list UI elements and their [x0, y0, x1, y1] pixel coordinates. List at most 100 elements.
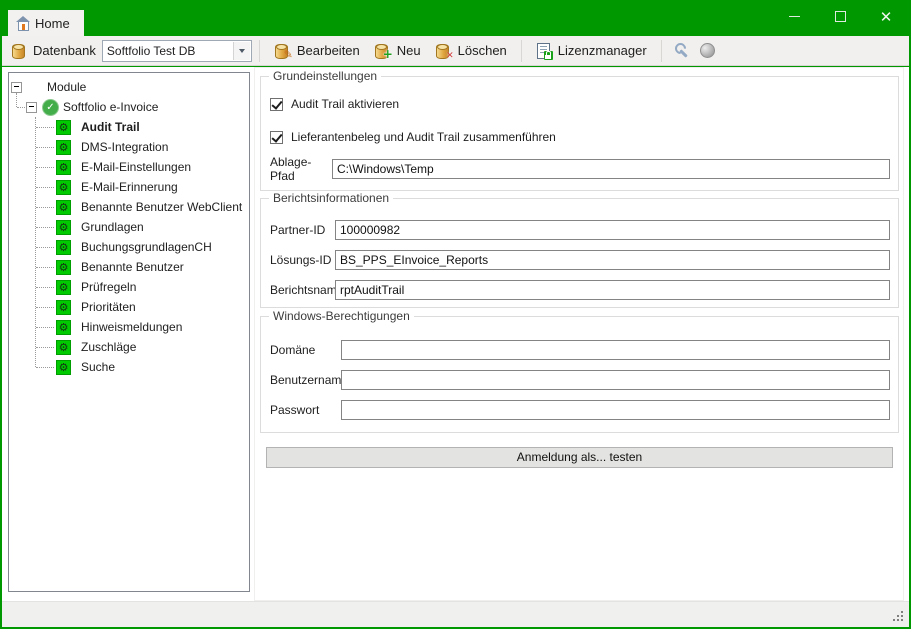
- tree-item-audit-trail[interactable]: Audit Trail: [9, 117, 249, 137]
- check-circle-icon: [42, 99, 59, 116]
- tree-item-benannte-benutzer[interactable]: Benannte Benutzer: [9, 257, 249, 277]
- edit-button[interactable]: Bearbeiten: [267, 39, 367, 62]
- toolbar: Datenbank Softfolio Test DB Bearbeiten N…: [2, 36, 909, 66]
- tree-item-grundlagen[interactable]: Grundlagen: [9, 217, 249, 237]
- solution-id-input[interactable]: [335, 250, 890, 270]
- password-label: Passwort: [270, 403, 341, 417]
- tree-item-softfolio-e-invoice[interactable]: Softfolio e-Invoice: [9, 97, 249, 117]
- password-input[interactable]: [341, 400, 890, 420]
- tree-item-email-erinnerung[interactable]: E-Mail-Erinnerung: [9, 177, 249, 197]
- solution-id-label: Lösungs-ID: [270, 253, 335, 267]
- tree-item-zuschlaege[interactable]: Zuschläge: [9, 337, 249, 357]
- partner-id-input[interactable]: [335, 220, 890, 240]
- new-button[interactable]: Neu: [367, 39, 428, 62]
- module-gear-icon: [56, 260, 71, 275]
- tab-home[interactable]: Home: [8, 10, 84, 36]
- home-icon: [15, 16, 31, 30]
- tree-item-pruefregeln[interactable]: Prüfregeln: [9, 277, 249, 297]
- collapse-expander-icon[interactable]: [11, 82, 22, 93]
- tree-item-buchungsgrundlagen-ch[interactable]: BuchungsgrundlagenCH: [9, 237, 249, 257]
- module-gear-icon: [56, 220, 71, 235]
- module-gear-icon: [56, 180, 71, 195]
- new-button-label: Neu: [397, 43, 421, 58]
- resize-grip-icon: [893, 611, 895, 613]
- license-manager-button[interactable]: Lizenzmanager: [529, 39, 654, 62]
- test-login-button[interactable]: Anmeldung als... testen: [266, 447, 893, 468]
- tab-home-label: Home: [35, 16, 70, 31]
- tree-item-email-einstellungen[interactable]: E-Mail-Einstellungen: [9, 157, 249, 177]
- domain-label: Domäne: [270, 343, 341, 357]
- username-label: Benutzername: [270, 373, 341, 387]
- delete-button[interactable]: Löschen: [428, 39, 514, 62]
- database-delete-icon: [435, 42, 452, 59]
- maximize-icon: [835, 11, 846, 22]
- license-manager-icon: [536, 42, 552, 59]
- group-title: Grundeinstellungen: [269, 69, 381, 83]
- username-input[interactable]: [341, 370, 890, 390]
- database-add-icon: [374, 42, 391, 59]
- audit-trail-checkbox-label: Audit Trail aktivieren: [291, 97, 399, 111]
- collapse-expander-icon[interactable]: [26, 102, 37, 113]
- content-area: Module Softfolio e-Invoice Audit Trail D…: [2, 67, 909, 602]
- module-gear-icon: [56, 200, 71, 215]
- database-combobox-value: Softfolio Test DB: [103, 44, 196, 58]
- tools-button[interactable]: [669, 39, 695, 63]
- window-controls: ✕: [771, 0, 909, 33]
- close-button[interactable]: ✕: [863, 0, 909, 33]
- report-name-input[interactable]: [335, 280, 890, 300]
- tree-item-suche[interactable]: Suche: [9, 357, 249, 377]
- group-title: Windows-Berechtigungen: [269, 309, 414, 323]
- tree-item-prioritaeten[interactable]: Prioritäten: [9, 297, 249, 317]
- edit-button-label: Bearbeiten: [297, 43, 360, 58]
- app-window: Home ✕ Datenbank Softfolio Test DB Bearb…: [0, 0, 911, 629]
- group-grundeinstellungen: Grundeinstellungen Audit Trail aktiviere…: [260, 76, 899, 191]
- database-combobox[interactable]: Softfolio Test DB: [102, 40, 252, 62]
- tree-item-module[interactable]: Module: [9, 77, 249, 97]
- module-gear-icon: [56, 360, 71, 375]
- titlebar: Home ✕: [0, 0, 911, 36]
- path-input[interactable]: [332, 159, 890, 179]
- module-tree: Module Softfolio e-Invoice Audit Trail D…: [8, 72, 250, 592]
- minimize-button[interactable]: [771, 0, 817, 33]
- module-gear-icon: [56, 280, 71, 295]
- domain-input[interactable]: [341, 340, 890, 360]
- settings-panel: Grundeinstellungen Audit Trail aktiviere…: [254, 67, 904, 601]
- license-manager-label: Lizenzmanager: [558, 43, 647, 58]
- module-gear-icon: [56, 120, 71, 135]
- search-web-button[interactable]: [695, 39, 721, 63]
- toolbar-separator: [661, 40, 662, 62]
- partner-id-label: Partner-ID: [270, 223, 335, 237]
- toolbar-separator: [521, 40, 522, 62]
- chevron-down-icon: [239, 49, 245, 53]
- tree-item-hinweismeldungen[interactable]: Hinweismeldungen: [9, 317, 249, 337]
- toolbar-separator: [259, 40, 260, 62]
- database-edit-icon: [274, 42, 291, 59]
- group-berichtsinformationen: Berichtsinformationen Partner-ID Lösungs…: [260, 198, 899, 308]
- module-gear-icon: [56, 300, 71, 315]
- minimize-icon: [789, 16, 800, 17]
- delete-button-label: Löschen: [458, 43, 507, 58]
- report-name-label: Berichtsname: [270, 283, 335, 297]
- tree-item-benannte-benutzer-webclient[interactable]: Benannte Benutzer WebClient: [9, 197, 249, 217]
- close-icon: ✕: [880, 8, 893, 26]
- audit-trail-checkbox[interactable]: [270, 98, 283, 111]
- tools-wrench-icon: [673, 42, 690, 59]
- module-gear-icon: [56, 320, 71, 335]
- path-label: Ablage-Pfad: [270, 155, 332, 183]
- tree-item-dms-integration[interactable]: DMS-Integration: [9, 137, 249, 157]
- module-gear-icon: [56, 340, 71, 355]
- search-globe-icon: [700, 43, 715, 58]
- module-gear-icon: [56, 240, 71, 255]
- module-gear-icon: [56, 160, 71, 175]
- database-label: Datenbank: [33, 43, 96, 58]
- module-gear-icon: [56, 140, 71, 155]
- maximize-button[interactable]: [817, 0, 863, 33]
- status-bar: [2, 601, 909, 627]
- group-title: Berichtsinformationen: [269, 191, 393, 205]
- merge-checkbox[interactable]: [270, 131, 283, 144]
- database-dropdown-button[interactable]: [233, 42, 250, 60]
- merge-checkbox-label: Lieferantenbeleg und Audit Trail zusamme…: [291, 130, 556, 144]
- database-icon: [11, 42, 28, 59]
- group-windows-berechtigungen: Windows-Berechtigungen Domäne Benutzerna…: [260, 316, 899, 433]
- resize-grip[interactable]: [893, 611, 905, 623]
